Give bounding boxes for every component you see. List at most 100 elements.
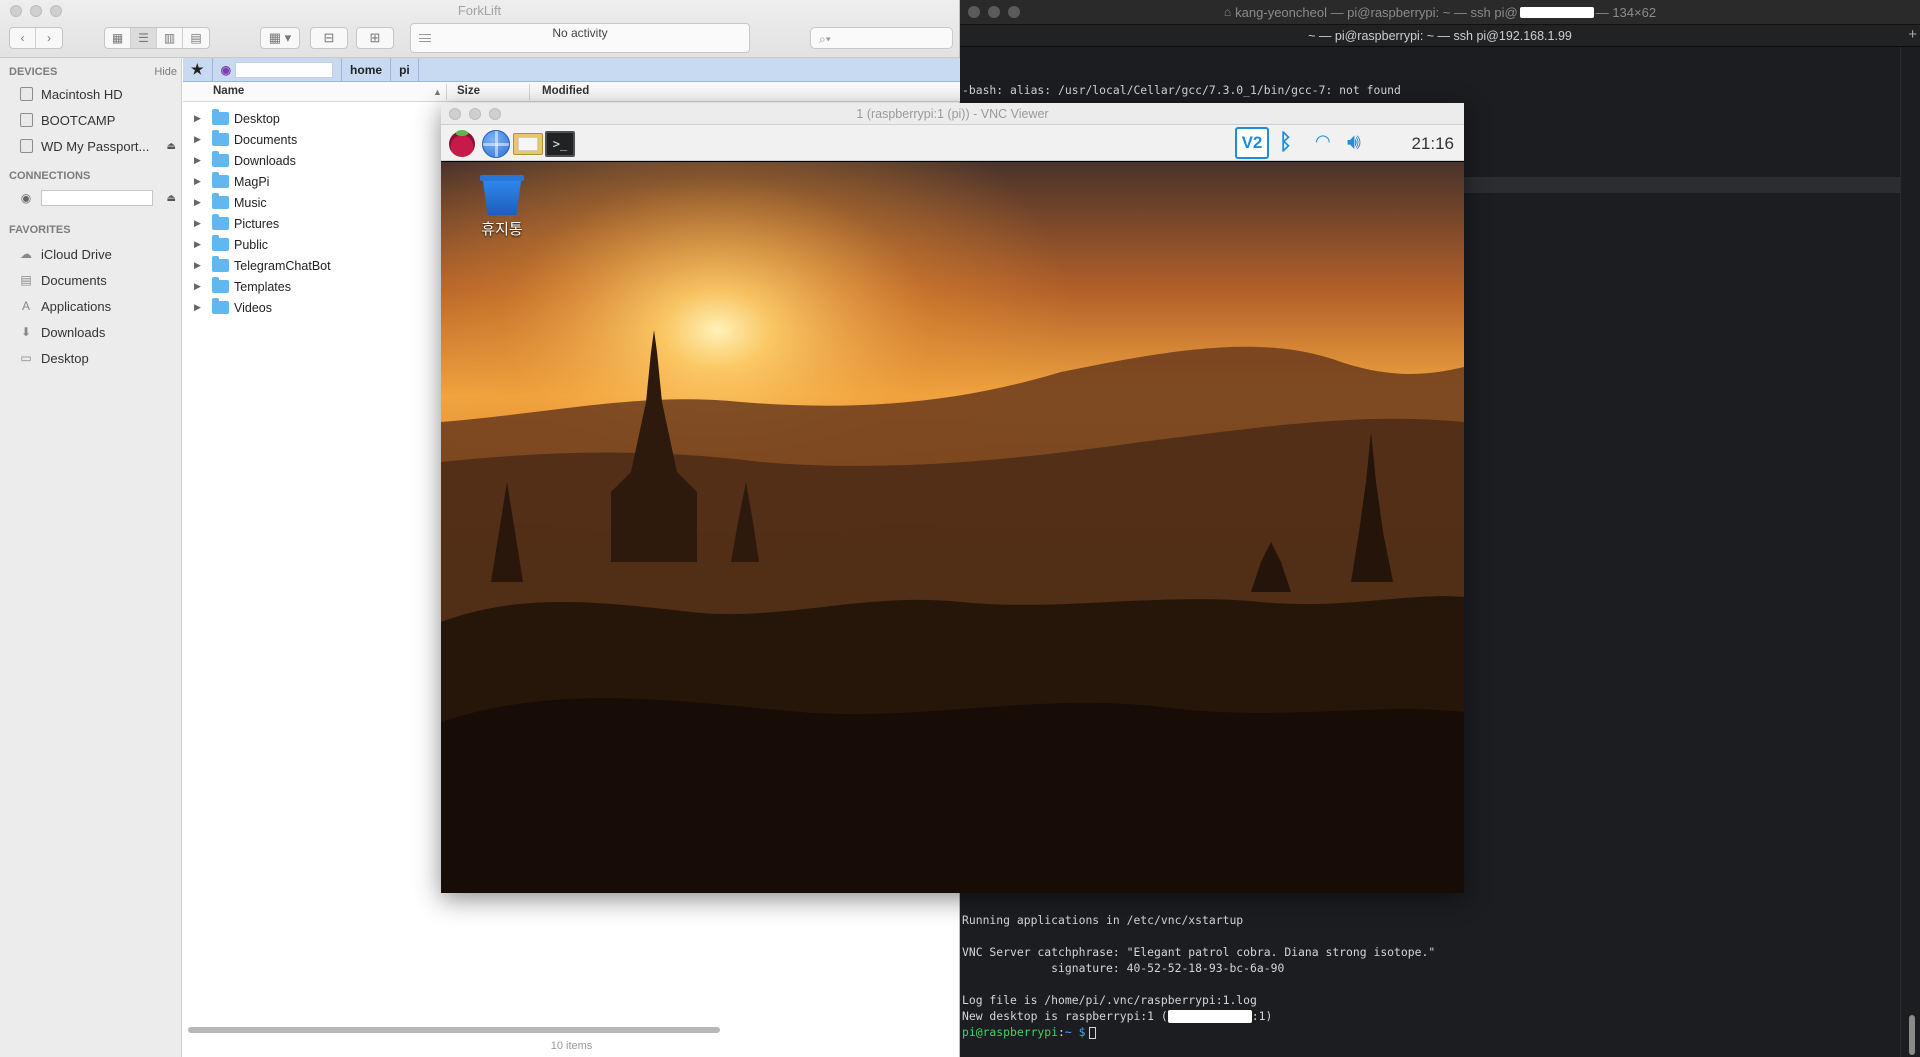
file-name: Desktop <box>234 111 280 126</box>
prompt-path: ~ $ <box>1064 1025 1086 1039</box>
list-item[interactable]: ▶ Templates <box>183 276 443 297</box>
zoom-button[interactable] <box>1008 6 1020 18</box>
globe-icon: ◉ <box>220 62 232 77</box>
close-button[interactable] <box>968 6 980 18</box>
disk-icon <box>18 139 34 153</box>
vnc-viewer-window[interactable]: 1 (raspberrypi:1 (pi)) - VNC Viewer >_ V… <box>441 103 1464 893</box>
sidebar-item-downloads[interactable]: ⬇ Downloads <box>18 322 182 342</box>
panel-clock[interactable]: 21:16 <box>1411 134 1454 154</box>
desktop-trash[interactable]: 휴지통 <box>477 175 527 239</box>
scrollbar-thumb[interactable] <box>1909 1015 1915 1055</box>
breadcrumb-host[interactable]: ◉ <box>213 57 343 82</box>
sidebar-item-label: BOOTCAMP <box>41 112 116 128</box>
list-item[interactable]: ▶ Documents <box>183 129 443 150</box>
search-input[interactable]: ⌕▾ <box>810 27 953 49</box>
column-name[interactable]: Name <box>213 85 244 97</box>
raspberry-menu-button[interactable] <box>447 130 477 158</box>
list-item[interactable]: ▶ MagPi <box>183 171 443 192</box>
minimize-button[interactable] <box>469 108 481 120</box>
vnc-titlebar[interactable]: 1 (raspberrypi:1 (pi)) - VNC Viewer <box>441 103 1464 125</box>
list-view-icon[interactable]: ☰ <box>131 28 157 48</box>
list-item[interactable]: ▶ Downloads <box>183 150 443 171</box>
icon-view-icon[interactable]: ▦ <box>105 28 131 48</box>
bluetooth-tray[interactable]: ᛒ <box>1279 129 1292 155</box>
list-item[interactable]: ▶ Pictures <box>183 213 443 234</box>
terminal-launcher[interactable]: >_ <box>545 130 575 158</box>
column-size[interactable]: Size <box>457 85 480 97</box>
favorites-star-icon[interactable]: ★ <box>183 57 213 82</box>
arrange-button[interactable]: ▦ ▾ <box>260 27 300 49</box>
sidebar-heading-favorites: FAVORITES <box>9 224 71 236</box>
host-field <box>235 61 334 78</box>
trash-icon <box>480 175 524 215</box>
terminal-text: New desktop is raspberrypi:1 ( <box>962 1009 1168 1023</box>
sidebar-item-macintosh-hd[interactable]: Macintosh HD <box>18 84 182 104</box>
disclosure-triangle-icon[interactable]: ▶ <box>194 155 208 166</box>
list-item[interactable]: ▶ Public <box>183 234 443 255</box>
breadcrumb-pi[interactable]: pi <box>391 57 419 82</box>
sidebar-item-applications[interactable]: A Applications <box>18 296 182 316</box>
zoom-button[interactable] <box>489 108 501 120</box>
wifi-tray[interactable]: ◠ <box>1315 131 1331 152</box>
terminal-text: :1) <box>1251 1009 1273 1023</box>
disclosure-triangle-icon[interactable]: ▶ <box>194 197 208 208</box>
forward-button[interactable]: › <box>36 28 62 48</box>
new-tab-icon[interactable]: + <box>1908 26 1917 43</box>
disclosure-triangle-icon[interactable]: ▶ <box>194 176 208 187</box>
terminal-prompt[interactable]: pi@raspberrypi:~ $ <box>962 1025 1097 1039</box>
sidebar-item-connection[interactable]: ◉ ⏏ <box>18 188 182 208</box>
disclosure-triangle-icon[interactable]: ▶ <box>194 218 208 229</box>
grid-icon: ▦ ▾ <box>268 30 292 45</box>
activity-field[interactable]: No activity <box>410 23 750 53</box>
back-button[interactable]: ‹ <box>10 28 36 48</box>
disclosure-triangle-icon[interactable]: ▶ <box>194 134 208 145</box>
sidebar-item-icloud-drive[interactable]: ☁ iCloud Drive <box>18 244 182 264</box>
redacted-host <box>1519 6 1594 18</box>
folder-icon <box>212 235 229 251</box>
list-item[interactable]: ▶ Desktop <box>183 108 443 129</box>
coverflow-view-icon[interactable]: ▤ <box>183 28 209 48</box>
disclosure-triangle-icon[interactable]: ▶ <box>194 260 208 271</box>
sidebar-item-label: Desktop <box>41 350 89 366</box>
list-item[interactable]: ▶ TelegramChatBot <box>183 255 443 276</box>
column-modified[interactable]: Modified <box>542 85 589 97</box>
file-manager-launcher[interactable] <box>513 130 543 158</box>
file-manager-icon <box>513 133 543 155</box>
close-button[interactable] <box>449 108 461 120</box>
browser-launcher[interactable] <box>481 130 511 158</box>
connect-button[interactable]: ⊟ <box>310 27 348 49</box>
vnc-server-tray[interactable]: V2 <box>1235 127 1269 159</box>
list-item[interactable]: ▶ Music <box>183 192 443 213</box>
disclosure-triangle-icon[interactable]: ▶ <box>194 239 208 250</box>
file-name: MagPi <box>234 174 270 189</box>
disclosure-triangle-icon[interactable]: ▶ <box>194 302 208 313</box>
sidebar-item-wd-passport[interactable]: WD My Passport... ⏏ <box>18 136 182 156</box>
breadcrumb: ★ ◉ home pi <box>183 57 960 82</box>
terminal-titlebar[interactable]: ⌂ kang-yeoncheol — pi@raspberrypi: ~ — s… <box>960 0 1920 25</box>
trash-label: 휴지통 <box>481 221 523 238</box>
sidebar-item-desktop[interactable]: ▭ Desktop <box>18 348 182 368</box>
raspbian-desktop[interactable]: 휴지통 <box>441 162 1464 893</box>
sidebar-item-documents[interactable]: ▤ Documents <box>18 270 182 290</box>
column-view-icon[interactable]: ▥ <box>157 28 183 48</box>
volume-tray[interactable]: 🔊︎ <box>1347 129 1361 155</box>
list-item[interactable]: ▶ Videos <box>183 297 443 318</box>
disclosure-triangle-icon[interactable]: ▶ <box>194 113 208 124</box>
eject-icon[interactable]: ⏏ <box>167 193 176 204</box>
folder-icon <box>212 109 229 125</box>
sidebar-item-label: WD My Passport... <box>41 138 150 154</box>
terminal-scrollbar[interactable] <box>1900 47 1920 1057</box>
hide-devices-link[interactable]: Hide <box>154 66 177 78</box>
terminal-tab[interactable]: ~ — pi@raspberrypi: ~ — ssh pi@192.168.1… <box>960 25 1920 47</box>
breadcrumb-home[interactable]: home <box>342 57 392 82</box>
horizontal-scrollbar[interactable] <box>188 1027 720 1033</box>
sidebar-item-bootcamp[interactable]: BOOTCAMP <box>18 110 182 130</box>
eject-icon[interactable]: ⏏ <box>167 141 176 152</box>
new-folder-button[interactable]: ⊞ <box>356 27 394 49</box>
disclosure-triangle-icon[interactable]: ▶ <box>194 281 208 292</box>
sidebar-heading-devices: DEVICES <box>9 66 58 78</box>
file-name: Music <box>234 195 267 210</box>
minimize-button[interactable] <box>988 6 1000 18</box>
sidebar-item-label: Applications <box>41 298 112 314</box>
prompt-sep: : <box>1058 1025 1065 1039</box>
